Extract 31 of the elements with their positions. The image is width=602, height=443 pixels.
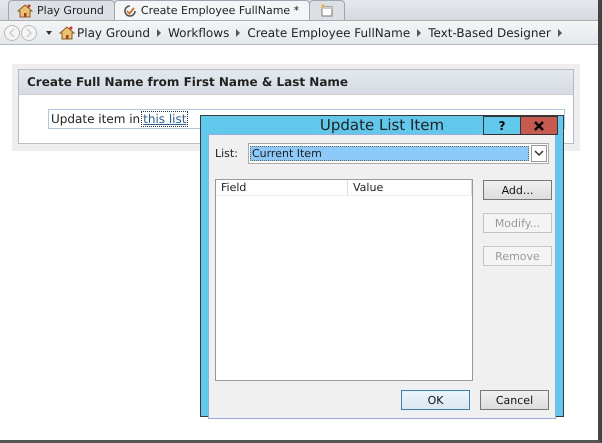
separator-arrow-icon bbox=[156, 28, 162, 36]
dialog-title: Update List Item bbox=[320, 116, 444, 134]
breadcrumb-link[interactable]: Play Ground bbox=[59, 26, 150, 40]
close-button[interactable] bbox=[520, 116, 558, 135]
dialog-button[interactable]: Add... bbox=[483, 180, 552, 200]
new-tab-button[interactable] bbox=[309, 0, 346, 20]
separator-arrow-icon bbox=[416, 28, 422, 36]
list-dropdown[interactable]: Current Item bbox=[248, 143, 549, 164]
tab[interactable]: Create Employee FullName * bbox=[114, 0, 310, 20]
action-text: Update item in bbox=[51, 112, 140, 126]
breadcrumb-link[interactable]: Workflows bbox=[168, 26, 230, 40]
separator-arrow-icon bbox=[556, 28, 563, 36]
list-label: List: bbox=[215, 147, 238, 160]
tab[interactable]: Play Ground bbox=[8, 0, 115, 20]
breadcrumb-link[interactable]: Text-Based Designer bbox=[428, 26, 551, 40]
separator-arrow-icon bbox=[235, 28, 242, 36]
new-page-icon bbox=[320, 4, 334, 18]
dropdown-icon[interactable] bbox=[45, 30, 53, 36]
step-title: Create Full Name from First Name & Last Name bbox=[19, 70, 573, 95]
chevron-down-icon bbox=[534, 150, 544, 157]
breadcrumb-link[interactable]: Create Employee FullName bbox=[247, 26, 410, 40]
column-header[interactable]: Value bbox=[348, 180, 472, 195]
home-icon bbox=[17, 4, 33, 18]
dialog-button[interactable]: Cancel bbox=[480, 390, 549, 410]
home-icon bbox=[59, 26, 75, 40]
list-link[interactable]: this list bbox=[141, 111, 188, 127]
dialog-button[interactable]: OK bbox=[401, 390, 470, 410]
column-header[interactable]: Field bbox=[216, 180, 348, 195]
close-icon bbox=[534, 120, 544, 130]
workflow-icon bbox=[122, 4, 137, 18]
help-button[interactable]: ? bbox=[483, 116, 521, 135]
